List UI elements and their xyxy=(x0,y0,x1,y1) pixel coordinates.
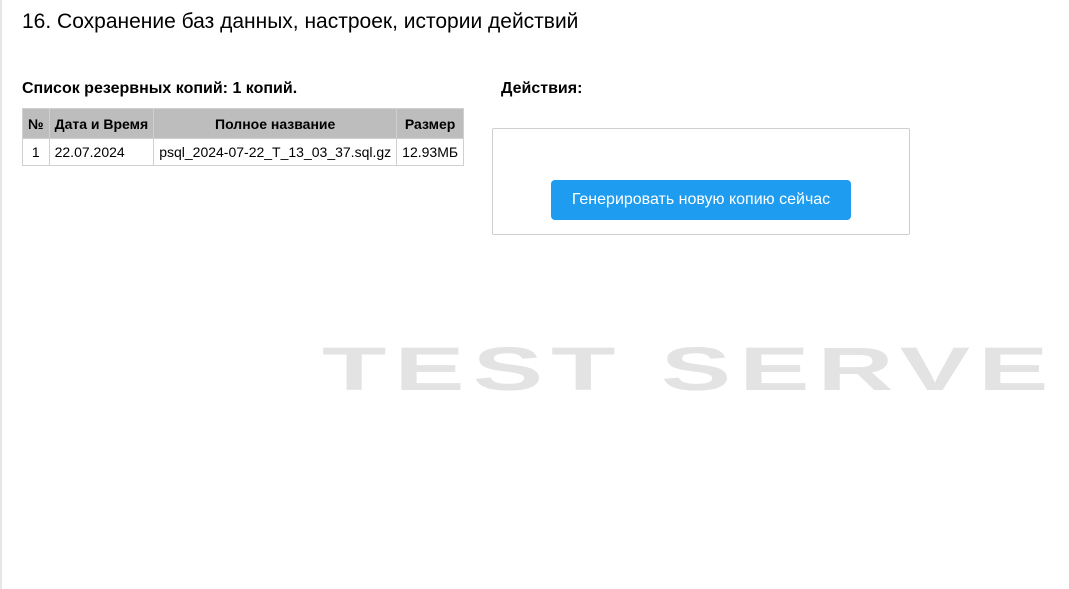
row-file-name[interactable]: psql_2024-07-22_T_13_03_37.sql.gz xyxy=(153,138,398,166)
table-header-row: № Дата и Время Полное название Размер xyxy=(22,108,465,139)
backup-list-heading: Список резервных копий: 1 копий. xyxy=(22,80,298,97)
row-number: 1 xyxy=(22,138,50,166)
actions-heading: Действия: xyxy=(501,80,583,97)
column-number-header: № xyxy=(22,108,50,139)
row-datetime: 22.07.2024 xyxy=(48,138,155,166)
row-size: 12.93МБ xyxy=(396,138,465,166)
test-server-watermark: TEST SERVE xyxy=(322,334,1057,404)
column-size-header: Размер xyxy=(396,108,465,139)
page: 16. Сохранение баз данных, настроек, ист… xyxy=(0,0,1069,589)
generate-backup-button[interactable]: Генерировать новую копию сейчас xyxy=(551,180,851,220)
backup-table: № Дата и Время Полное название Размер 1 … xyxy=(22,108,465,166)
table-row: 1 22.07.2024 psql_2024-07-22_T_13_03_37.… xyxy=(22,138,465,166)
column-datetime-header: Дата и Время xyxy=(48,108,155,139)
column-name-header: Полное название xyxy=(153,108,398,139)
actions-panel: Генерировать новую копию сейчас xyxy=(492,128,910,235)
page-title: 16. Сохранение баз данных, настроек, ист… xyxy=(22,10,579,33)
